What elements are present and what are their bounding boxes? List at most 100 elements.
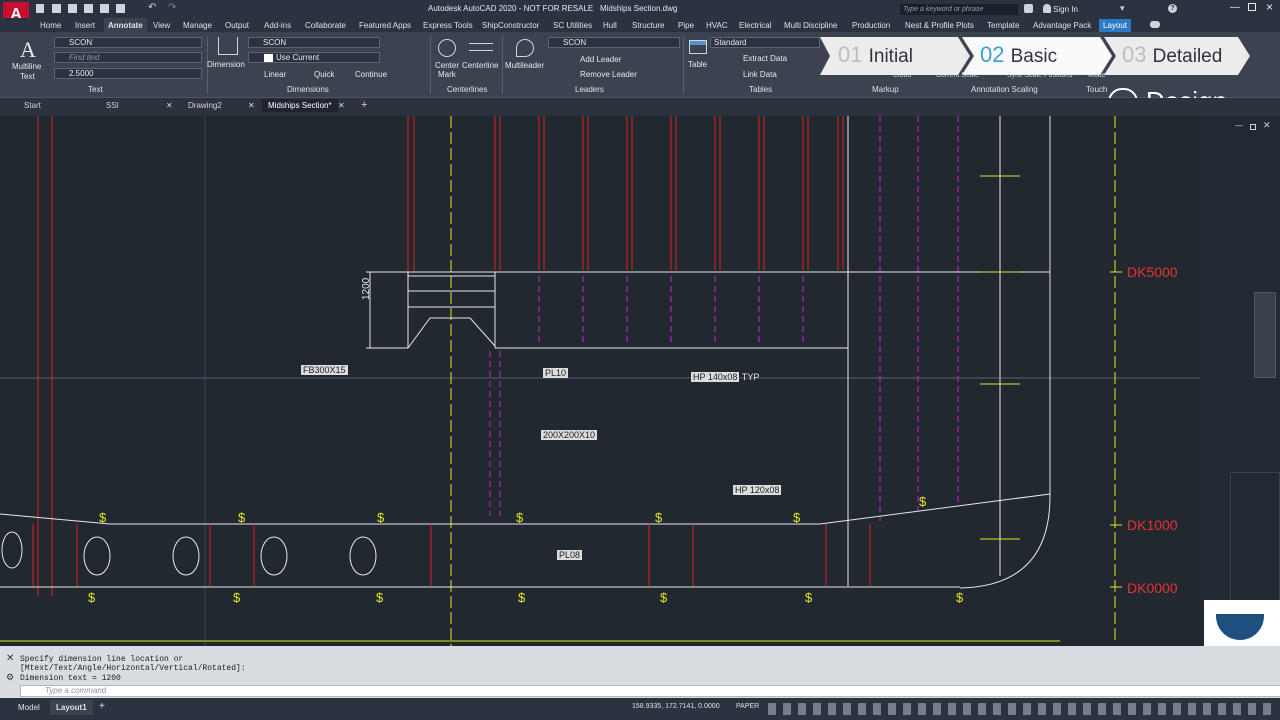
tab-layout[interactable]: Layout: [1099, 19, 1132, 32]
label-hp120[interactable]: HP 120x08: [733, 485, 782, 495]
print-icon[interactable]: [116, 4, 125, 13]
tab-annotate[interactable]: Annotate: [104, 18, 147, 33]
label-fb300x15[interactable]: FB300X15: [301, 365, 348, 375]
leaders-group-label[interactable]: Leaders: [575, 85, 604, 94]
remove-leader-button[interactable]: Remove Leader: [580, 70, 637, 79]
new-file-icon[interactable]: [36, 4, 44, 13]
extract-data-button[interactable]: Extract Data: [743, 54, 787, 63]
multiline-text-button[interactable]: A Multiline Text: [10, 37, 46, 83]
sign-in-link[interactable]: Sign In: [1053, 5, 1078, 14]
tab-hvac[interactable]: HVAC: [706, 21, 728, 30]
close-tab-midships-icon[interactable]: ✕: [338, 101, 345, 110]
dimensions-group-label[interactable]: Dimensions: [287, 85, 329, 94]
annotation-scaling-group-label[interactable]: Annotation Scaling: [971, 85, 1038, 94]
maximize-icon[interactable]: [1248, 3, 1256, 11]
label-hp140[interactable]: HP 140x08 TYP: [691, 372, 759, 382]
search-input[interactable]: Type a keyword or phrase: [900, 4, 1018, 15]
deck-label-dk0000[interactable]: DK0000: [1127, 580, 1178, 596]
dim-style-combo[interactable]: SCON: [248, 37, 380, 48]
close-icon[interactable]: ×: [1266, 0, 1273, 14]
tab-collaborate[interactable]: Collaborate: [305, 21, 346, 30]
model-tab[interactable]: Model: [18, 703, 40, 712]
linear-button[interactable]: Linear: [264, 70, 286, 79]
text-height-combo[interactable]: 2.5000: [54, 68, 202, 79]
tab-hull[interactable]: Hull: [603, 21, 617, 30]
text-style-combo[interactable]: SCON: [54, 37, 202, 48]
ribbon-toggle-icon[interactable]: [1150, 21, 1160, 28]
viewport-restore-icon[interactable]: [1250, 124, 1256, 130]
dim-text-1200[interactable]: 1200: [361, 278, 372, 300]
tables-group-label[interactable]: Tables: [749, 85, 772, 94]
doc-tab-midships[interactable]: Midships Section*: [262, 99, 338, 112]
find-text-input[interactable]: Find text: [54, 52, 202, 63]
tab-electrical[interactable]: Electrical: [739, 21, 771, 30]
tab-output[interactable]: Output: [225, 21, 249, 30]
save-as-icon[interactable]: [84, 4, 93, 13]
binoculars-icon[interactable]: [1024, 4, 1033, 13]
deck-label-dk1000[interactable]: DK1000: [1127, 517, 1178, 533]
tab-structure[interactable]: Structure: [632, 21, 664, 30]
close-tab-ssi-icon[interactable]: ✕: [166, 101, 173, 110]
tab-add-ins[interactable]: Add-ins: [264, 21, 291, 30]
command-input[interactable]: Type a command: [20, 685, 1280, 697]
new-tab-icon[interactable]: +: [361, 99, 367, 111]
step-initial[interactable]: 01 Initial: [838, 38, 913, 72]
tab-template[interactable]: Template: [987, 21, 1019, 30]
navigation-bar[interactable]: [1254, 292, 1276, 378]
label-pl10[interactable]: PL10: [543, 368, 569, 378]
tab-insert[interactable]: Insert: [75, 21, 95, 30]
layout1-tab[interactable]: Layout1: [50, 700, 93, 715]
tab-manage[interactable]: Manage: [183, 21, 212, 30]
viewport-close-icon[interactable]: ✕: [1263, 120, 1271, 131]
doc-tab-ssi[interactable]: SSI: [106, 101, 119, 110]
tab-express-tools[interactable]: Express Tools: [423, 21, 473, 30]
link-data-button[interactable]: Link Data: [743, 70, 777, 79]
label-pl08[interactable]: PL08: [557, 550, 583, 560]
tab-home[interactable]: Home: [40, 21, 61, 30]
undo-icon[interactable]: ↶: [148, 2, 156, 13]
minimize-icon[interactable]: —: [1230, 2, 1240, 13]
cart-icon[interactable]: ▾: [1120, 3, 1125, 14]
add-layout-icon[interactable]: +: [99, 701, 105, 712]
open-file-icon[interactable]: [52, 4, 61, 13]
centerline-button[interactable]: Centerline: [462, 37, 500, 73]
tab-advantage-pack[interactable]: Advantage Pack: [1033, 21, 1091, 30]
table-button[interactable]: Table: [686, 37, 710, 73]
tab-view[interactable]: View: [153, 21, 170, 30]
center-mark-button[interactable]: Center Mark: [433, 37, 461, 81]
redo-icon[interactable]: ↷: [168, 2, 176, 13]
command-close-icon[interactable]: ✕: [6, 653, 14, 664]
user-icon[interactable]: [1043, 4, 1051, 13]
doc-tab-drawing2[interactable]: Drawing2: [188, 101, 222, 110]
tab-nest-profile-plots[interactable]: Nest & Profile Plots: [905, 21, 974, 30]
viewport-minimize-icon[interactable]: —: [1235, 121, 1243, 130]
label-200x200x10[interactable]: 200X200X10: [541, 430, 598, 440]
help-icon[interactable]: ?: [1168, 4, 1177, 13]
close-tab-drawing2-icon[interactable]: ✕: [248, 101, 255, 110]
centerlines-group-label[interactable]: Centerlines: [447, 85, 487, 94]
tab-pipe[interactable]: Pipe: [678, 21, 694, 30]
quick-button[interactable]: Quick: [314, 70, 334, 79]
save-icon[interactable]: [68, 4, 77, 13]
deck-label-dk5000[interactable]: DK5000: [1127, 264, 1178, 280]
table-style-combo[interactable]: Standard: [710, 37, 820, 48]
step-detailed[interactable]: 03 Detailed: [1122, 38, 1222, 72]
add-leader-button[interactable]: Add Leader: [580, 55, 621, 64]
leader-style-combo[interactable]: SCON: [548, 37, 680, 48]
touch-group-label[interactable]: Touch: [1086, 85, 1107, 94]
tab-shipconstructor[interactable]: ShipConstructor: [482, 21, 539, 30]
continue-button[interactable]: Continue: [355, 70, 387, 79]
tab-featured-apps[interactable]: Featured Apps: [359, 21, 411, 30]
paper-space-toggle[interactable]: PAPER: [736, 703, 759, 710]
markup-group-label[interactable]: Markup: [872, 85, 899, 94]
tab-production[interactable]: Production: [852, 21, 890, 30]
text-group-label[interactable]: Text: [88, 85, 103, 94]
step-basic[interactable]: 02 Basic: [980, 38, 1057, 72]
tab-sc-utilities[interactable]: SC Utilities: [553, 21, 592, 30]
doc-tab-start[interactable]: Start: [24, 101, 41, 110]
multileader-button[interactable]: Multileader: [504, 37, 546, 73]
dimension-button[interactable]: Dimension: [207, 37, 246, 73]
command-wrench-icon[interactable]: ⚙: [6, 672, 14, 683]
plot-icon[interactable]: [100, 4, 109, 13]
tab-multi-discipline[interactable]: Multi Discipline: [784, 21, 837, 30]
